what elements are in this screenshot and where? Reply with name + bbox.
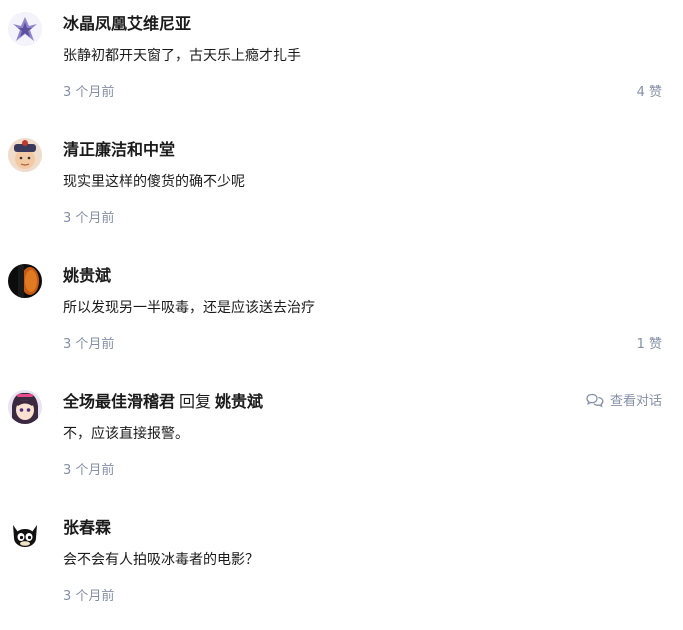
- comment-item: 张春霖 会不会有人拍吸冰毒者的电影？ 3 个月前: [0, 504, 683, 630]
- avatar[interactable]: [8, 12, 42, 46]
- author-name[interactable]: 冰晶凤凰艾维尼亚: [63, 14, 191, 33]
- view-conversation-button[interactable]: 查看对话: [586, 390, 662, 409]
- comment-text: 现实里这样的傻货的确不少呢: [63, 174, 245, 190]
- comment-header: 全场最佳滑稽君 回复 姚贵斌: [63, 388, 263, 412]
- author-name[interactable]: 姚贵斌: [63, 266, 111, 285]
- comment-time: 3 个月前: [63, 589, 115, 604]
- dark-orange-avatar-icon: [8, 264, 42, 298]
- comment-text: 所以发现另一半吸毒，还是应该送去治疗: [63, 300, 315, 316]
- comment-text: 张静初都开天窗了，古天乐上瘾才扎手: [63, 48, 301, 64]
- reply-label: 回复: [179, 392, 212, 411]
- comment-header: 清正廉洁和中堂: [63, 136, 175, 160]
- author-name[interactable]: 清正廉洁和中堂: [63, 140, 175, 159]
- avatar[interactable]: [8, 516, 42, 550]
- author-name[interactable]: 全场最佳滑稽君: [63, 392, 175, 411]
- speech-bubbles-icon: [586, 393, 604, 407]
- like-count[interactable]: 1 赞: [637, 333, 662, 352]
- comment-item: 全场最佳滑稽君 回复 姚贵斌 查看对话 不，应该直接报警。 3 个月前: [0, 378, 683, 504]
- comment-text: 会不会有人拍吸冰毒者的电影？: [63, 552, 259, 568]
- avatar[interactable]: [8, 390, 42, 424]
- like-count[interactable]: 4 赞: [637, 81, 662, 100]
- avatar[interactable]: [8, 264, 42, 298]
- view-conversation-label: 查看对话: [609, 394, 662, 409]
- anime-girl-avatar-icon: [8, 390, 42, 424]
- comment-item: 清正廉洁和中堂 现实里这样的傻货的确不少呢 3 个月前: [0, 126, 683, 252]
- author-name[interactable]: 张春霖: [63, 518, 111, 537]
- comment-header: 姚贵斌: [63, 262, 111, 286]
- comment-header: 冰晶凤凰艾维尼亚: [63, 10, 191, 34]
- comment-list: 冰晶凤凰艾维尼亚 张静初都开天窗了，古天乐上瘾才扎手 3 个月前 4 赞 清正廉…: [0, 0, 683, 627]
- avatar[interactable]: [8, 138, 42, 172]
- ice-phoenix-avatar-icon: [8, 12, 42, 46]
- black-cat-avatar-icon: [8, 516, 42, 550]
- comment-time: 3 个月前: [63, 463, 115, 478]
- comment-time: 3 个月前: [63, 85, 115, 100]
- comment-header: 张春霖: [63, 514, 111, 538]
- reply-to-name[interactable]: 姚贵斌: [215, 392, 263, 411]
- comment-time: 3 个月前: [63, 211, 115, 226]
- comment-text: 不，应该直接报警。: [63, 426, 189, 442]
- comment-item: 冰晶凤凰艾维尼亚 张静初都开天窗了，古天乐上瘾才扎手 3 个月前 4 赞: [0, 0, 683, 126]
- qing-official-avatar-icon: [8, 138, 42, 172]
- comment-time: 3 个月前: [63, 337, 115, 352]
- comment-item: 姚贵斌 所以发现另一半吸毒，还是应该送去治疗 3 个月前 1 赞: [0, 252, 683, 378]
